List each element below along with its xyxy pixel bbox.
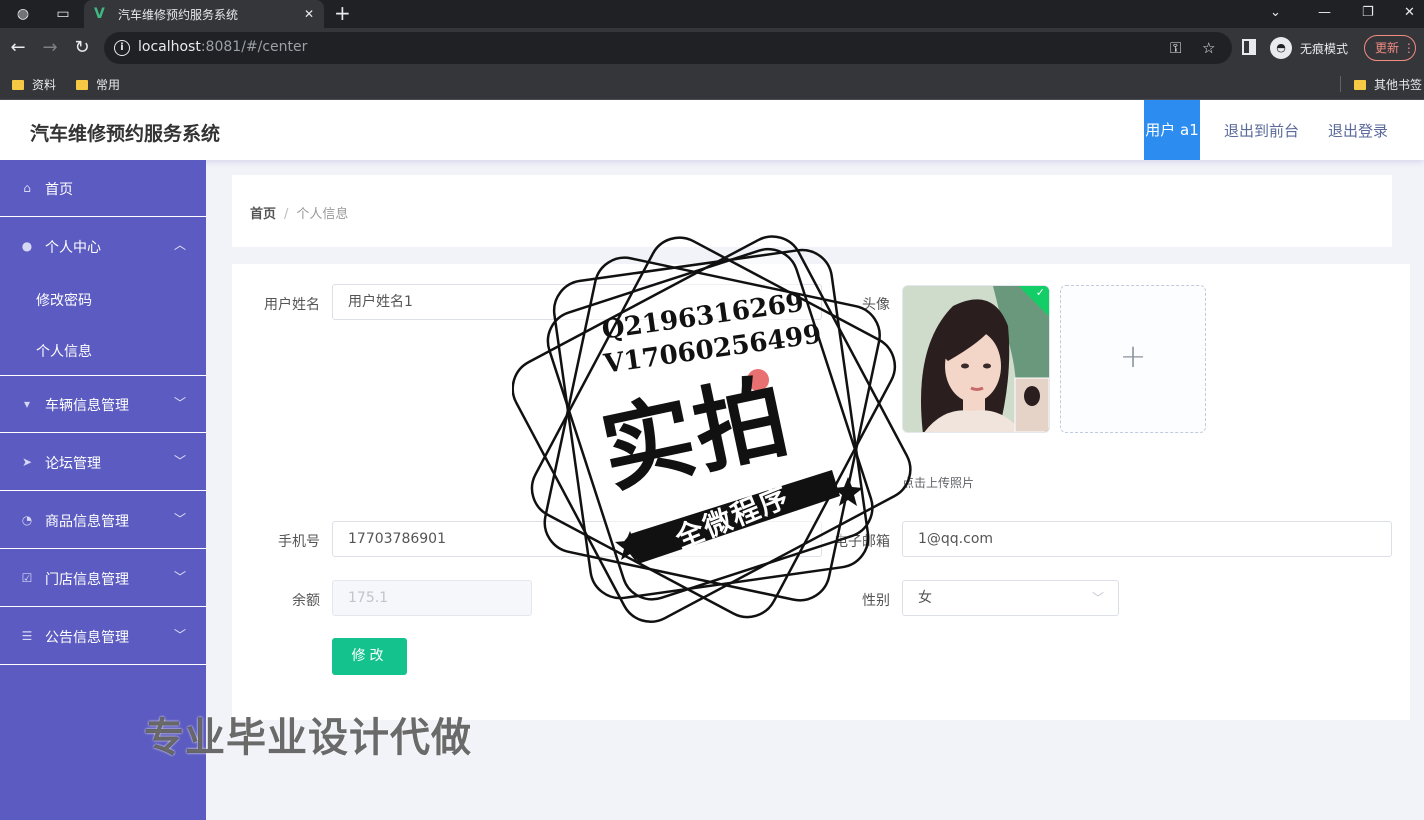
- sidebar-item-label: 首页: [45, 182, 73, 198]
- car-icon: ▾: [23, 397, 31, 411]
- phone-input[interactable]: 17703786901: [332, 521, 822, 557]
- breadcrumb: 首页 / 个人信息: [250, 203, 348, 222]
- incognito-icon[interactable]: ◓: [1270, 37, 1292, 59]
- sidebar-item-label: 车辆信息管理: [45, 398, 129, 414]
- chevron-down-icon: ﹀: [173, 570, 186, 584]
- home-icon: ⌂: [23, 181, 31, 195]
- browser-tab-active[interactable]: V 汽车维修预约服务系统 ✕: [84, 0, 324, 28]
- vue-logo-icon: V: [94, 6, 105, 22]
- username-label: 用户姓名: [264, 297, 320, 313]
- globe-icon[interactable]: ◍: [14, 5, 32, 23]
- sidebar-item-label: 论坛管理: [45, 456, 101, 472]
- new-tab-icon[interactable]: +: [334, 3, 351, 23]
- chevron-down-icon: ﹀: [173, 454, 186, 468]
- tab-title: 汽车维修预约服务系统: [118, 8, 239, 22]
- folder-icon: [1354, 80, 1366, 90]
- email-input[interactable]: 1@qq.com: [902, 521, 1392, 557]
- sidebar-item-label: 公告信息管理: [45, 630, 129, 646]
- sidebar-item-vehicles[interactable]: ▾ 车辆信息管理 ﹀: [0, 376, 206, 433]
- avatar-image[interactable]: ✓: [902, 285, 1050, 433]
- url-text: localhost:8081/#/center: [138, 39, 308, 55]
- site-info-icon[interactable]: i: [114, 40, 130, 56]
- bookmark-folder-ziliao[interactable]: 资料: [12, 76, 56, 93]
- chevron-up-icon: ︿: [173, 238, 186, 252]
- sidebar-item-goods[interactable]: ◔ 商品信息管理 ﹀: [0, 492, 206, 549]
- browser-tab-bar: ◍ ▭ V 汽车维修预约服务系统 ✕ + ⌄ — ❐ ✕: [0, 0, 1424, 28]
- address-bar[interactable]: i localhost:8081/#/center ⚿ ☆: [104, 32, 1232, 64]
- tab-search-icon[interactable]: ▭: [54, 5, 72, 23]
- key-icon[interactable]: ⚿: [1170, 38, 1181, 58]
- app-title: 汽车维修预约服务系统: [30, 123, 221, 145]
- folder-icon: [12, 80, 24, 90]
- incognito-label: 无痕模式: [1300, 42, 1349, 56]
- phone-label: 手机号: [278, 534, 320, 550]
- sidebar-item-home[interactable]: ⌂ 首页: [0, 160, 206, 217]
- side-panel-icon[interactable]: [1242, 39, 1256, 55]
- avatar-label: 头像: [862, 297, 890, 313]
- submit-button[interactable]: 修改: [332, 638, 407, 675]
- balance-input: 175.1: [332, 580, 532, 616]
- current-user-badge[interactable]: 用户 a1: [1144, 100, 1200, 160]
- notice-icon: ☰: [21, 629, 33, 643]
- bookmark-folder-changyong[interactable]: 常用: [76, 76, 120, 93]
- chevron-down-icon: ﹀: [173, 396, 186, 410]
- email-label: 电子邮箱: [834, 534, 890, 550]
- back-to-frontend-link[interactable]: 退出到前台: [1224, 120, 1299, 141]
- chevron-down-icon: ﹀: [1091, 591, 1104, 605]
- breadcrumb-home[interactable]: 首页: [250, 207, 276, 222]
- gender-selected-value: 女: [918, 590, 932, 606]
- check-icon: ✓: [1035, 286, 1045, 299]
- back-icon[interactable]: ←: [8, 38, 28, 58]
- breadcrumb-card: 首页 / 个人信息: [232, 175, 1392, 247]
- plus-icon: +: [1119, 337, 1147, 375]
- avatar-portrait: [903, 286, 1049, 432]
- username-input[interactable]: 用户姓名1: [332, 284, 822, 320]
- bookmarks-divider: [1340, 76, 1341, 92]
- window-close-icon[interactable]: ✕: [1404, 4, 1415, 22]
- forward-icon[interactable]: →: [40, 38, 60, 58]
- chevron-down-icon[interactable]: ⌄: [1270, 4, 1281, 22]
- sidebar-item-label: 门店信息管理: [45, 572, 129, 588]
- profile-form-card: [232, 264, 1410, 720]
- bottom-watermark-text: 专业毕业设计代做: [144, 715, 472, 761]
- forum-icon: ➤: [21, 455, 33, 469]
- sidebar-item-notices[interactable]: ☰ 公告信息管理 ﹀: [0, 608, 206, 665]
- sidebar-subitem-personal-info[interactable]: 个人信息: [36, 341, 92, 361]
- user-icon: ●: [21, 239, 33, 253]
- store-icon: ☑: [21, 571, 33, 585]
- breadcrumb-current: 个人信息: [296, 207, 349, 222]
- sidebar-item-label: 商品信息管理: [45, 514, 129, 530]
- sidebar-subitem-change-password[interactable]: 修改密码: [36, 290, 92, 310]
- minimize-icon[interactable]: —: [1318, 4, 1331, 22]
- sidebar-item-stores[interactable]: ☑ 门店信息管理 ﹀: [0, 550, 206, 607]
- browser-toolbar: ← → ↻ i localhost:8081/#/center ⚿ ☆ ◓ 无痕…: [0, 28, 1424, 68]
- restore-icon[interactable]: ❐: [1362, 4, 1374, 22]
- logout-link[interactable]: 退出登录: [1328, 120, 1388, 141]
- update-button[interactable]: 更新 ⋮: [1364, 35, 1416, 61]
- gender-label: 性别: [862, 593, 890, 609]
- breadcrumb-separator: /: [284, 207, 289, 222]
- close-tab-icon[interactable]: ✕: [304, 5, 314, 23]
- bookmark-star-icon[interactable]: ☆: [1202, 38, 1215, 58]
- sidebar-item-forum[interactable]: ➤ 论坛管理 ﹀: [0, 434, 206, 491]
- folder-icon: [76, 80, 88, 90]
- bookmarks-bar: 资料 常用 其他书签: [0, 68, 1424, 100]
- gender-select[interactable]: 女 ﹀: [902, 580, 1119, 616]
- chevron-down-icon: ﹀: [173, 628, 186, 642]
- app-header: 汽车维修预约服务系统 用户 a1 退出到前台 退出登录: [0, 100, 1424, 160]
- reload-icon[interactable]: ↻: [72, 38, 92, 58]
- balance-label: 余额: [292, 593, 320, 609]
- other-bookmarks[interactable]: 其他书签: [1354, 76, 1422, 93]
- avatar-upload-button[interactable]: +: [1060, 285, 1206, 433]
- sidebar-item-personal-center[interactable]: ● 个人中心 ︿: [0, 218, 206, 275]
- sidebar-item-label: 个人中心: [45, 240, 101, 256]
- upload-tip: 点击上传照片: [902, 476, 975, 490]
- goods-icon: ◔: [21, 513, 33, 527]
- chevron-down-icon: ﹀: [173, 512, 186, 526]
